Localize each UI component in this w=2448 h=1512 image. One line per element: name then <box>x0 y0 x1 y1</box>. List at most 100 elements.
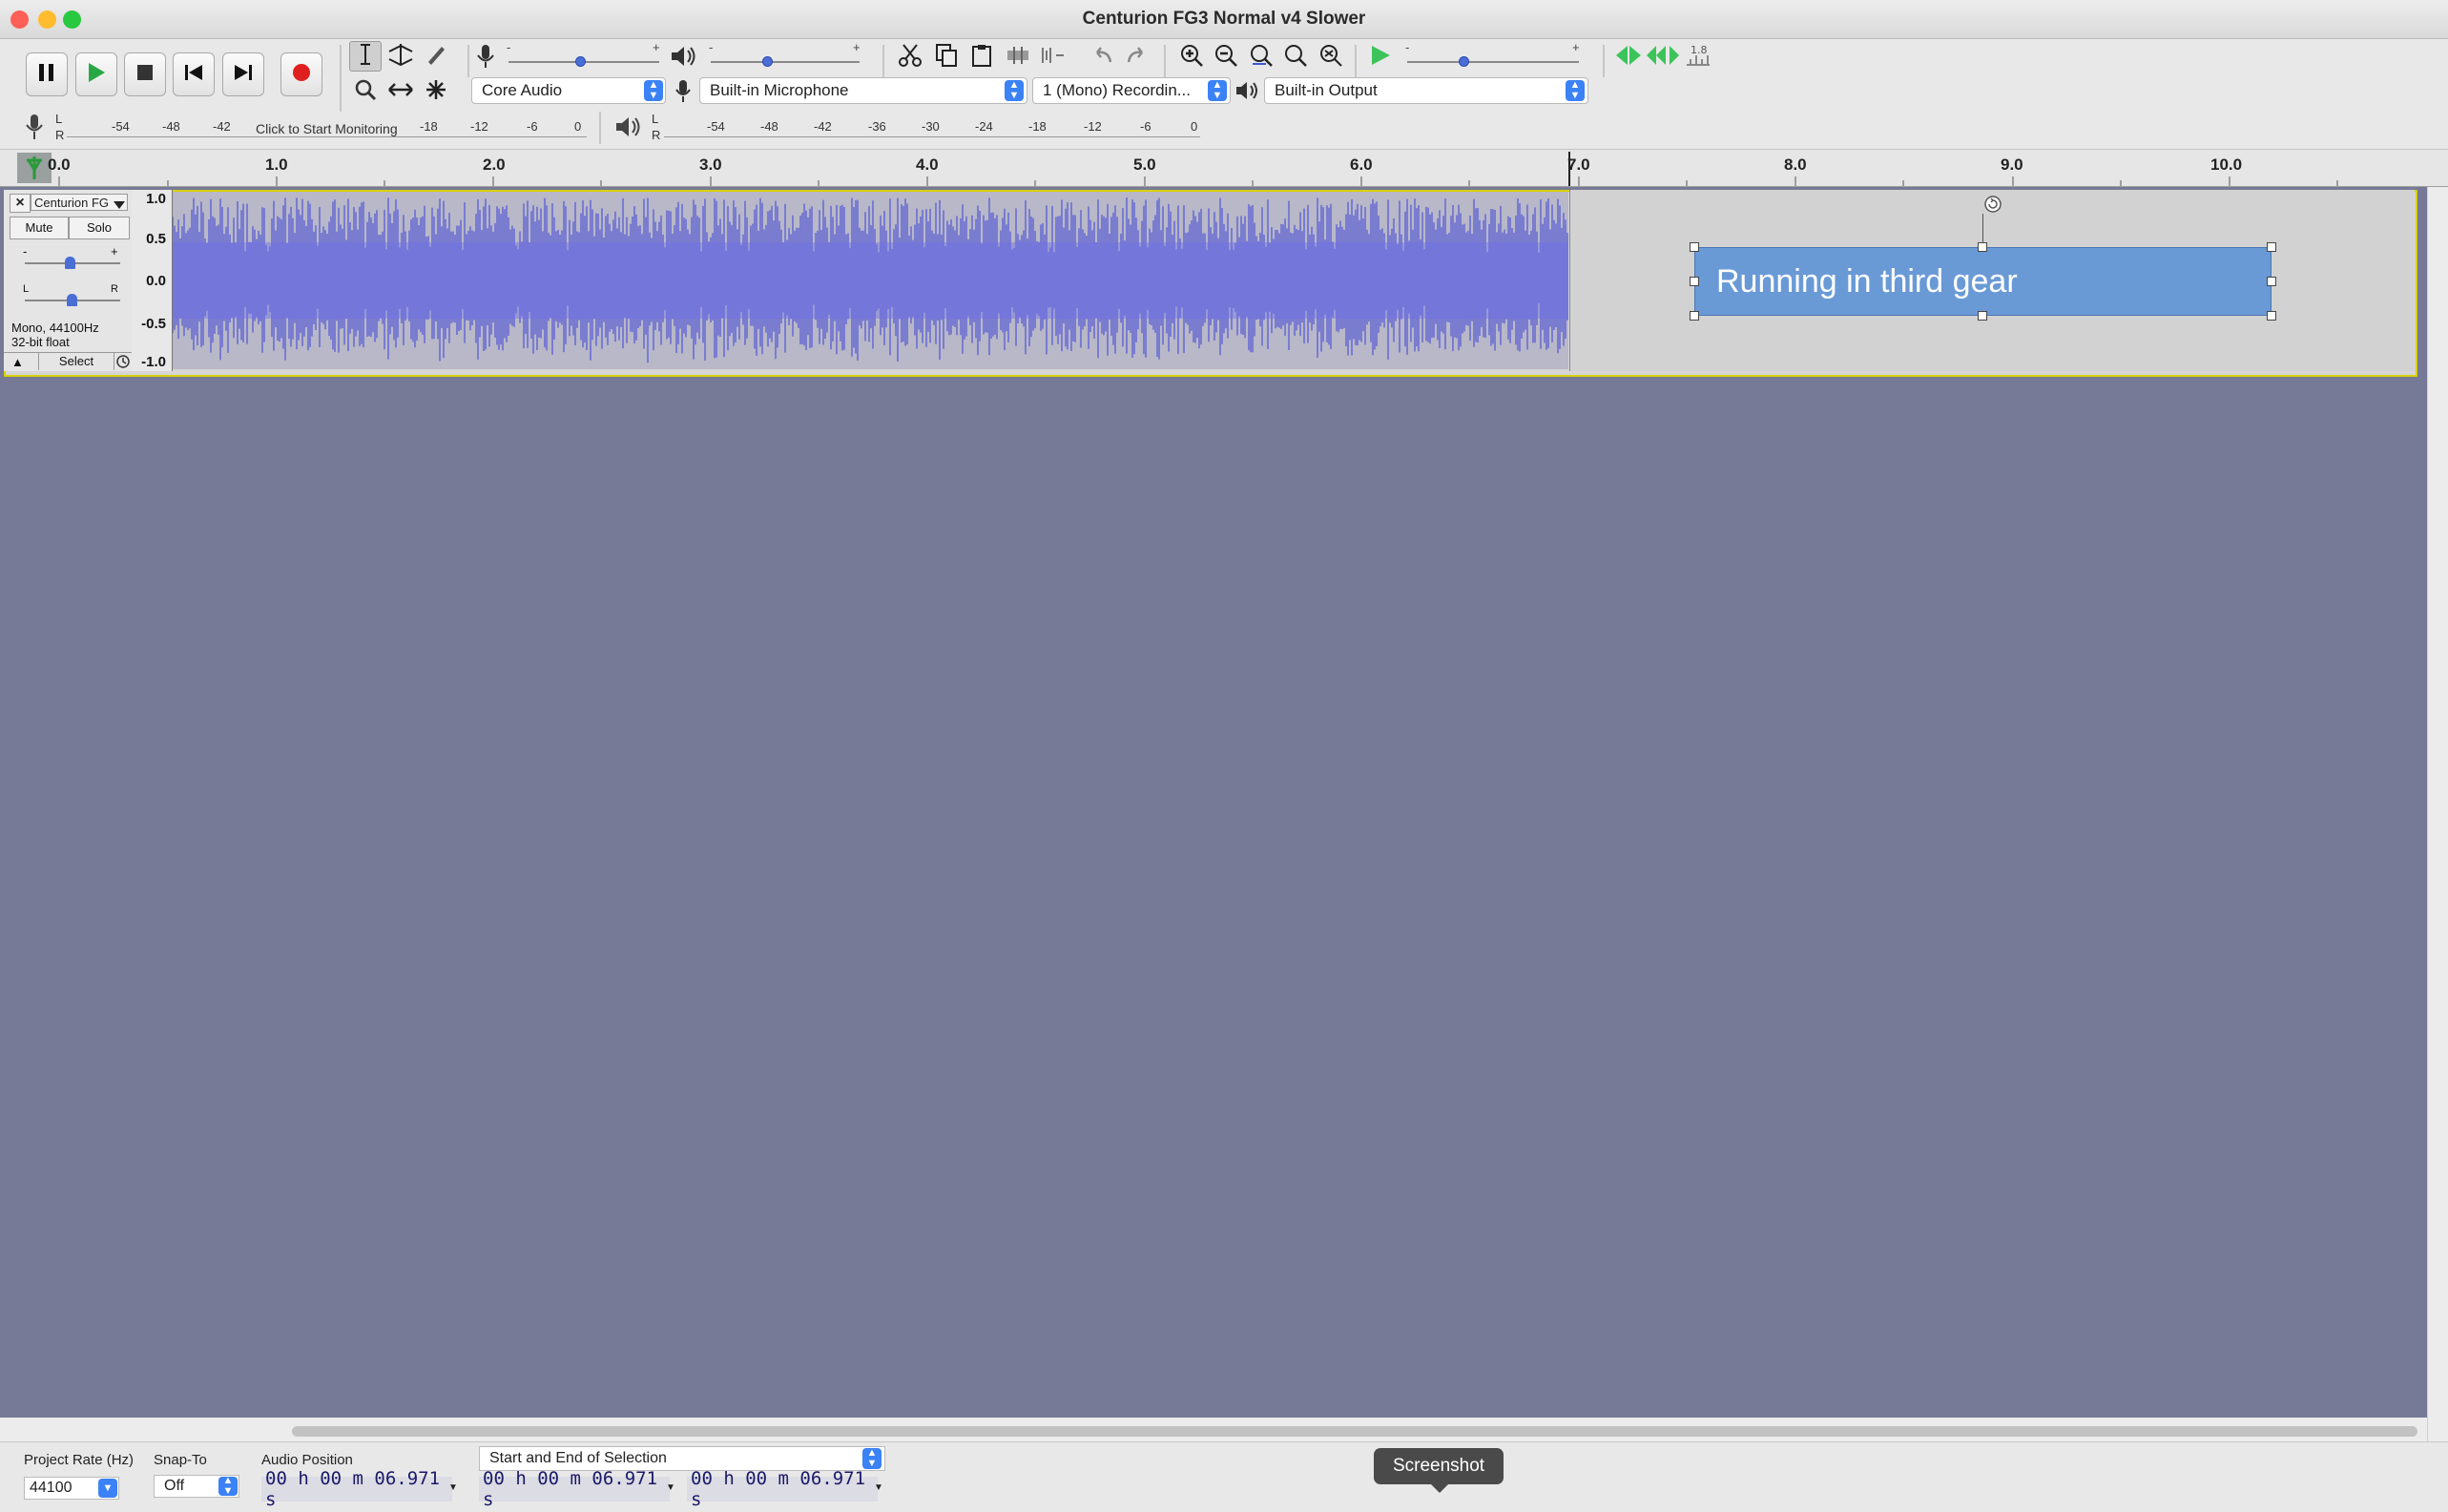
resize-handle[interactable] <box>2267 242 2276 252</box>
zoom-tool[interactable] <box>349 76 382 107</box>
trim-button[interactable] <box>1002 42 1034 72</box>
track-control-panel[interactable]: × Centurion FG Mute Solo - + L R Mono, 4… <box>4 190 133 371</box>
resize-handle[interactable] <box>1690 277 1699 286</box>
toolbar-separator <box>1355 45 1357 77</box>
selection-end-field[interactable]: 00 h 00 m 06.971 s <box>687 1468 878 1510</box>
rotate-handle-icon[interactable] <box>1982 194 2003 219</box>
pause-button[interactable] <box>26 52 68 96</box>
record-meter-left: L <box>55 112 63 126</box>
snap-to-arrow[interactable]: ▲ ▼ <box>218 1476 238 1497</box>
svg-text:1.8: 1.8 <box>1691 44 1708 56</box>
skip-to-end-icon <box>233 62 254 88</box>
resize-handle[interactable] <box>2267 277 2276 286</box>
multi-tool[interactable] <box>420 76 452 107</box>
scrub-ruler-icon[interactable]: 1.8 <box>1685 42 1712 73</box>
seek-icon[interactable] <box>1647 44 1681 72</box>
zoom-out-button[interactable] <box>1210 42 1242 72</box>
playback-device-select[interactable]: Built-in Output <box>1264 77 1588 104</box>
collapse-track-button[interactable]: ▲ <box>11 355 24 369</box>
selection-start-field[interactable]: 00 h 00 m 06.971 s <box>479 1468 670 1510</box>
mute-button[interactable]: Mute <box>10 217 69 239</box>
selection-tool[interactable] <box>349 41 382 72</box>
resize-handle[interactable] <box>1690 242 1699 252</box>
playback-meter-speaker-icon[interactable] <box>614 114 641 144</box>
selection-start-value: 00 h 00 m 06.971 s <box>483 1468 658 1510</box>
fit-project-button[interactable] <box>1279 42 1312 72</box>
track-close-button[interactable]: × <box>10 194 31 213</box>
pan-slider[interactable] <box>67 294 77 306</box>
chevron-down-icon <box>113 197 126 215</box>
time-shift-tool[interactable] <box>384 76 417 107</box>
record-meter-tick: -42 <box>213 119 231 134</box>
skip-to-start-icon <box>183 62 204 88</box>
redo-button[interactable] <box>1121 42 1153 72</box>
playback-device-speaker-icon <box>1234 79 1259 107</box>
playback-device-select-arrow[interactable]: ▲ ▼ <box>1566 80 1585 101</box>
record-meter-tick: 0 <box>574 119 582 134</box>
zoom-toggle-button[interactable] <box>1315 42 1347 72</box>
cut-button[interactable] <box>894 42 926 72</box>
gain-slider[interactable] <box>65 257 75 269</box>
zoom-in-button[interactable] <box>1175 42 1208 72</box>
selection-start-menu-icon[interactable]: ▼ <box>666 1482 675 1493</box>
text-label-box[interactable]: Running in third gear <box>1694 247 2272 316</box>
solo-button[interactable]: Solo <box>69 217 130 239</box>
playback-volume-slider[interactable] <box>762 56 773 67</box>
scrub-icon[interactable] <box>1614 44 1643 72</box>
silence-button[interactable] <box>1037 42 1069 72</box>
audio-host-select-arrow[interactable]: ▲ ▼ <box>644 80 663 101</box>
play-at-speed-icon <box>1368 43 1393 72</box>
record-meter-tick: -48 <box>162 119 180 134</box>
horizontal-scroll-thumb[interactable] <box>292 1426 2417 1437</box>
resize-handle[interactable] <box>1690 311 1699 321</box>
playback-meter-tick: -42 <box>814 119 832 134</box>
draw-tool[interactable] <box>420 41 452 72</box>
recording-channels-select-arrow[interactable]: ▲ ▼ <box>1208 80 1227 101</box>
toolbar-separator <box>467 45 469 77</box>
recording-device-value: Built-in Microphone <box>710 81 849 99</box>
stop-button[interactable] <box>124 52 166 96</box>
vertical-scrollbar[interactable] <box>2427 187 2448 1441</box>
select-track-button[interactable]: Select <box>38 353 114 370</box>
resize-handle[interactable] <box>1978 242 1987 252</box>
paste-button[interactable] <box>965 42 998 72</box>
playback-volume-max: + <box>853 40 861 54</box>
play-speed-min: - <box>1405 40 1410 54</box>
audio-host-select[interactable]: Core Audio <box>471 77 666 104</box>
recording-channels-select[interactable]: 1 (Mono) Recordin... <box>1032 77 1231 104</box>
track-name: Centurion FG <box>34 196 110 210</box>
selection-end-menu-icon[interactable]: ▼ <box>874 1482 883 1493</box>
envelope-tool[interactable] <box>384 41 417 72</box>
record-meter-right: R <box>55 128 65 142</box>
fit-selection-button[interactable] <box>1245 42 1277 72</box>
project-rate-arrow[interactable]: ▼ <box>98 1479 117 1498</box>
record-volume-slider[interactable] <box>575 56 586 67</box>
resize-handle[interactable] <box>1978 311 1987 321</box>
audio-position-field[interactable]: 00 h 00 m 06.971 s <box>261 1468 452 1510</box>
play-at-speed-button[interactable] <box>1364 42 1397 72</box>
microphone-icon <box>474 43 497 74</box>
click-to-start-monitoring[interactable]: Click to Start Monitoring <box>256 121 398 136</box>
record-button[interactable] <box>280 52 322 96</box>
track-area[interactable]: × Centurion FG Mute Solo - + L R Mono, 4… <box>0 187 2427 1418</box>
envelope-tool-icon <box>387 42 414 72</box>
play-speed-slider[interactable] <box>1459 56 1469 67</box>
undo-button[interactable] <box>1086 42 1118 72</box>
snap-to-label: Snap-To <box>154 1452 207 1468</box>
waveform[interactable] <box>173 192 1568 369</box>
play-icon <box>86 61 107 89</box>
waveform-graphic <box>173 197 1568 363</box>
recording-device-select-arrow[interactable]: ▲ ▼ <box>1005 80 1024 101</box>
amplitude-scale[interactable]: 1.0 0.5 0.0 -0.5 -1.0 <box>132 190 173 371</box>
resize-handle[interactable] <box>2267 311 2276 321</box>
copy-button[interactable] <box>930 42 963 72</box>
audio-position-menu-icon[interactable]: ▼ <box>448 1482 458 1493</box>
playback-volume-track <box>711 61 860 63</box>
record-meter-mic-icon[interactable] <box>23 113 46 146</box>
skip-to-start-button[interactable] <box>173 52 215 96</box>
skip-to-end-button[interactable] <box>222 52 264 96</box>
play-button[interactable] <box>75 52 117 96</box>
selection-mode-arrow[interactable]: ▲ ▼ <box>862 1448 882 1469</box>
recording-device-select[interactable]: Built-in Microphone <box>699 77 1027 104</box>
snap-to-value: Off <box>164 1478 185 1494</box>
